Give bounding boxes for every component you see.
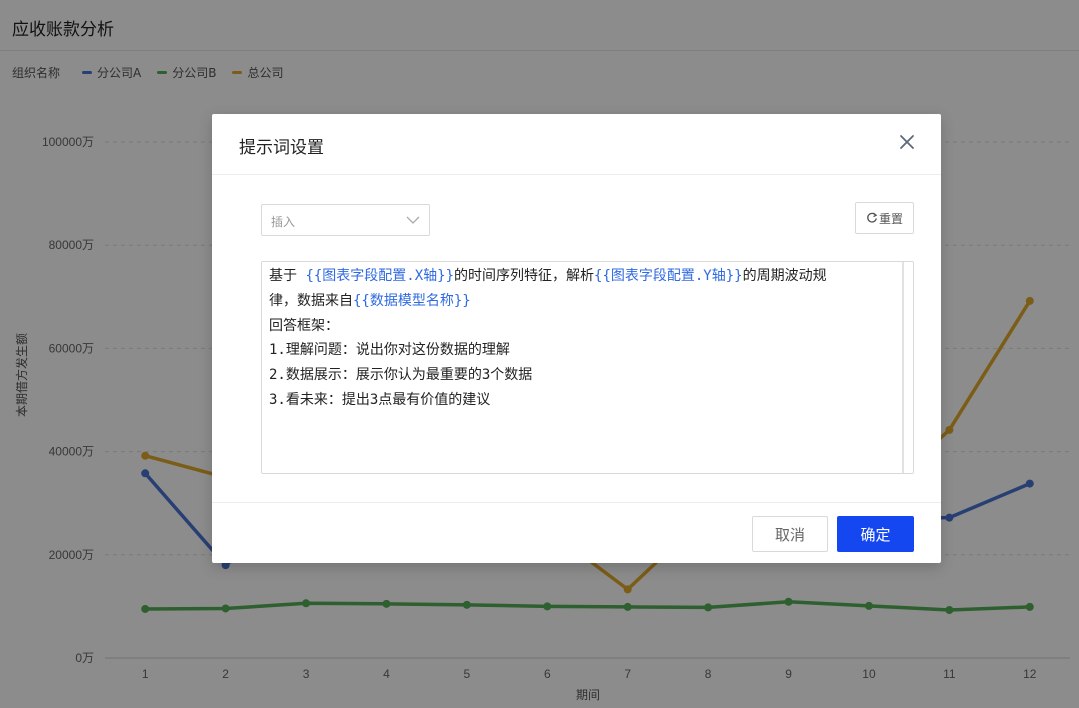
prompt-segment: 律，数据来自 <box>269 292 353 309</box>
prompt-segment: 的周期波动规 <box>742 268 827 284</box>
prompt-editor[interactable]: 基于 {{图表字段配置.X轴}}的时间序列特征，解析{{图表字段配置.Y轴}}的… <box>261 261 914 474</box>
prompt-segment: 1.理解问题：说出你对这份数据的理解 <box>269 342 510 359</box>
prompt-line: 基于 {{图表字段配置.X轴}}的时间序列特征，解析{{图表字段配置.Y轴}}的… <box>269 264 897 289</box>
chevron-down-icon <box>406 216 420 224</box>
prompt-segment: 基于 <box>269 268 306 284</box>
prompt-line: 律，数据来自{{数据模型名称}} <box>269 289 897 314</box>
prompt-text: 基于 {{图表字段配置.X轴}}的时间序列特征，解析{{图表字段配置.Y轴}}的… <box>269 264 897 413</box>
prompt-settings-dialog: 提示词设置 插入 重置 基于 {{图表字段配置.X轴}}的时间序列特征，解析{{… <box>212 114 941 563</box>
cancel-button[interactable]: 取消 <box>752 516 828 552</box>
template-variable: {{图表字段配置.X轴}} <box>305 268 455 284</box>
prompt-segment: 3.看未来：提出3点最有价值的建议 <box>269 391 491 408</box>
close-icon <box>900 135 914 149</box>
dialog-header: 提示词设置 <box>212 114 941 175</box>
dialog-footer: 取消 确定 <box>212 502 941 563</box>
dialog-title: 提示词设置 <box>239 138 324 158</box>
template-variable: {{图表字段配置.Y轴}} <box>594 268 743 284</box>
prompt-segment: 回答框架： <box>269 317 339 334</box>
confirm-button[interactable]: 确定 <box>837 516 914 552</box>
prompt-line: 1.理解问题：说出你对这份数据的理解 <box>269 338 897 363</box>
reset-icon <box>867 212 878 223</box>
insert-variable-select[interactable]: 插入 <box>261 204 430 236</box>
prompt-line: 回答框架： <box>269 314 897 339</box>
editor-scrollbar[interactable] <box>902 262 904 473</box>
prompt-line: 2.数据展示：展示你认为最重要的3个数据 <box>269 363 897 388</box>
insert-select-placeholder: 插入 <box>271 215 296 229</box>
prompt-segment: 的时间序列特征，解析 <box>454 268 595 284</box>
reset-button[interactable]: 重置 <box>855 202 914 234</box>
prompt-line: 3.看未来：提出3点最有价值的建议 <box>269 388 897 413</box>
close-button[interactable] <box>895 130 919 154</box>
prompt-segment: 2.数据展示：展示你认为最重要的3个数据 <box>269 367 533 384</box>
reset-label: 重置 <box>878 211 903 226</box>
template-variable: {{数据模型名称}} <box>353 292 471 309</box>
